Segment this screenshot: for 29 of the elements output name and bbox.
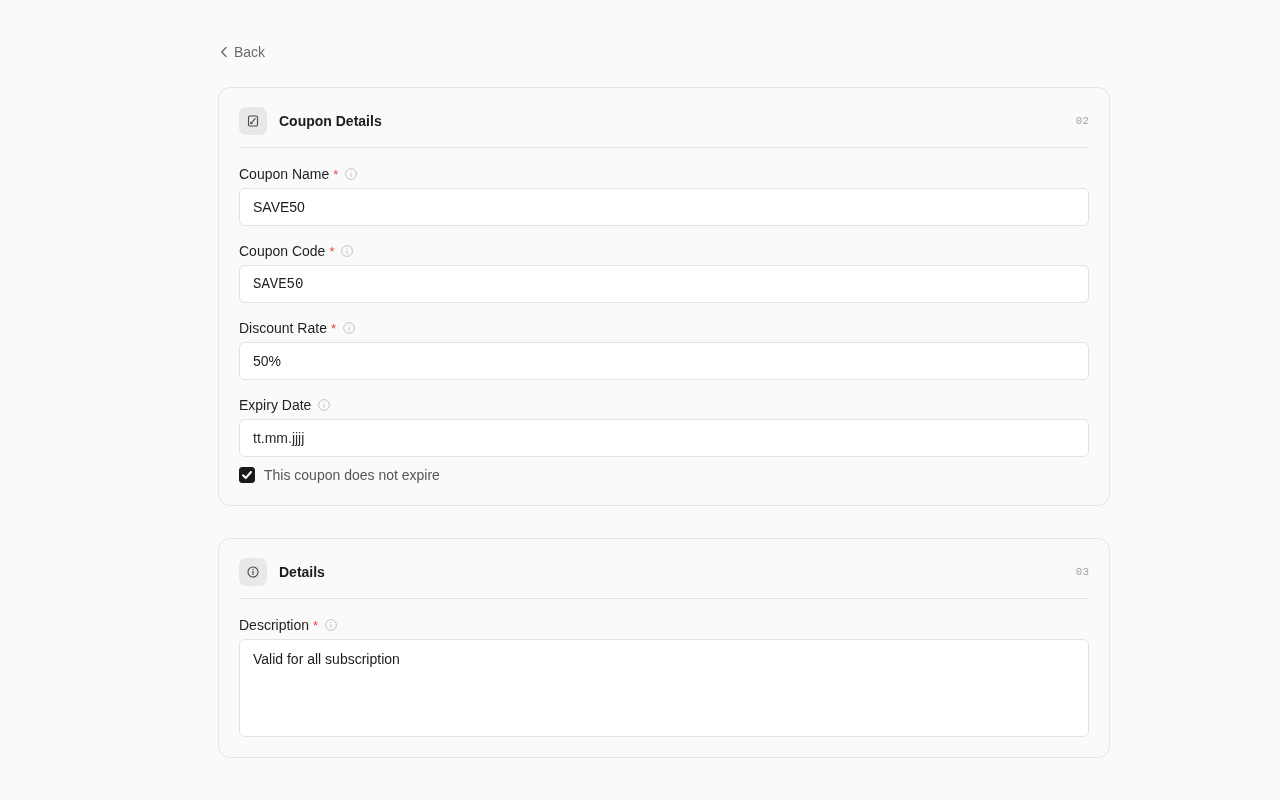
info-icon [345, 168, 358, 180]
checkbox-label: This coupon does not expire [264, 467, 440, 483]
required-mark: * [313, 617, 319, 633]
required-mark: * [330, 320, 336, 336]
info-icon [341, 245, 354, 257]
textarea-field[interactable]: Valid for all subscription [239, 639, 1089, 737]
section-title: Coupon Details [279, 113, 382, 129]
info-icon [343, 322, 355, 334]
field-label: Coupon Name [239, 166, 330, 182]
info-icon [325, 619, 338, 631]
field-label: Expiry Date [239, 397, 312, 413]
input-field[interactable]: SAVE50 [239, 265, 1089, 303]
required-mark: * [329, 243, 335, 259]
back-link[interactable]: Back [218, 40, 268, 64]
field-label: Description [239, 617, 310, 633]
chevron-left-icon [220, 46, 228, 58]
section-number: 02 [1075, 115, 1089, 127]
field-label: Coupon Code [239, 243, 326, 259]
section-number: 03 [1075, 566, 1089, 578]
input-field[interactable]: 50% [239, 342, 1089, 380]
edit-square-icon [239, 107, 267, 135]
info-icon [239, 558, 267, 586]
section-title: Details [279, 564, 325, 580]
checkbox[interactable] [239, 467, 255, 483]
date-field[interactable]: tt.mm.jjjj [239, 419, 1089, 457]
required-mark: * [333, 166, 339, 182]
info-icon [318, 399, 331, 411]
input-field[interactable]: SAVE50 [239, 188, 1089, 226]
field-label: Discount Rate [239, 320, 327, 336]
